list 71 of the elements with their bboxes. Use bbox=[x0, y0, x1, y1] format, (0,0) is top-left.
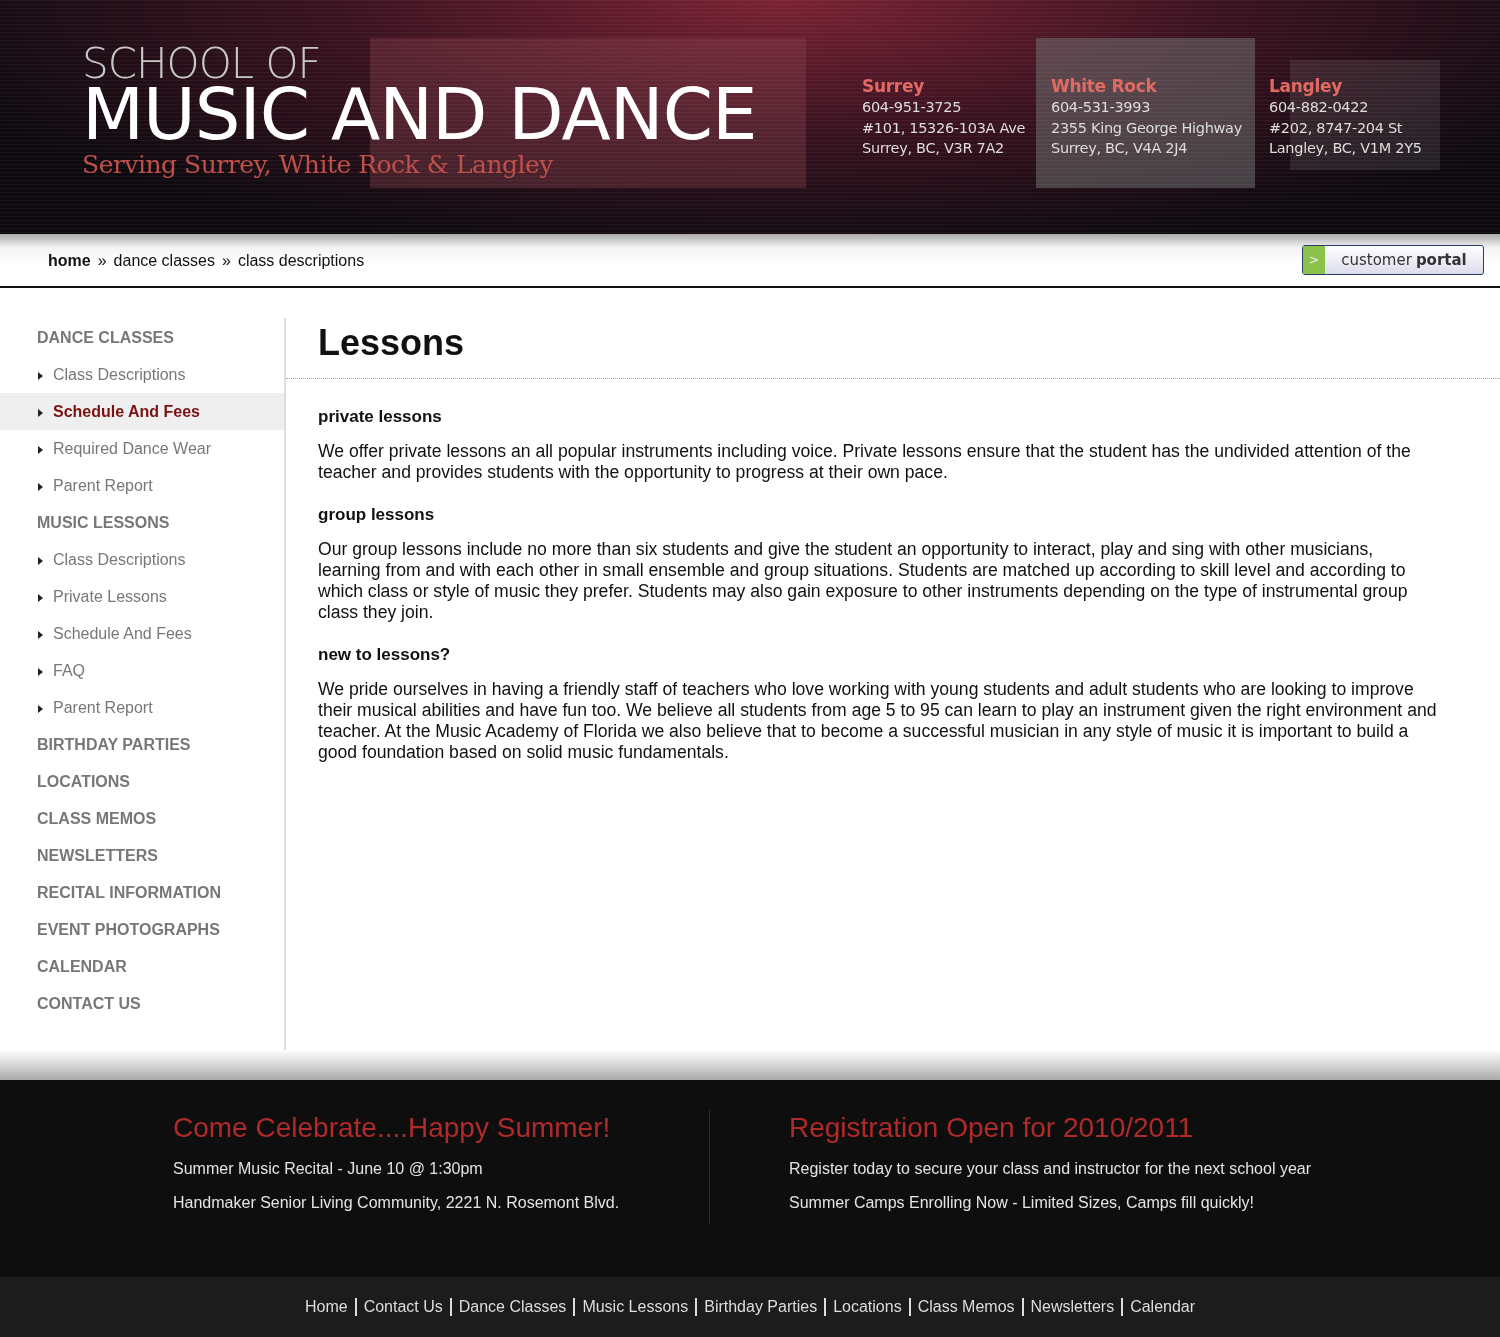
triangle-icon bbox=[38, 446, 43, 454]
breadcrumb-link[interactable]: dance classes bbox=[113, 252, 215, 270]
footer-link[interactable]: Home bbox=[297, 1298, 357, 1316]
sidebar-item[interactable]: Private Lessons bbox=[0, 578, 284, 615]
footer-link[interactable]: Locations bbox=[826, 1298, 911, 1316]
location-phone: 604-882-0422 bbox=[1269, 98, 1370, 117]
location-name: Langley bbox=[1269, 76, 1343, 97]
location-address: #202, 8747-204 St bbox=[1269, 118, 1404, 138]
triangle-icon bbox=[38, 668, 43, 676]
promo-text: Handmaker Senior Living Community, 2221 N. Rosemont Blvd. bbox=[173, 1193, 621, 1213]
footer-link[interactable]: Birthday Parties bbox=[697, 1298, 827, 1316]
location-name: Surrey bbox=[862, 76, 925, 97]
paragraph: Our group lessons include no more than six students and give the student an opportunity to interact, play and sing with other musicians, learning from and with each other in small ensemble and group situations. Students are matched up according to skill level and according to which class or style of music they prefer. Students may also gain exposure to other instruments depending on the type of instrumental group class they join. bbox=[318, 539, 1409, 623]
footer-link[interactable]: Contact Us bbox=[356, 1298, 452, 1316]
promo-title: Come Celebrate....Happy Summer! bbox=[173, 1111, 612, 1145]
promo-text: Register today to secure your class and instructor for the next school year bbox=[789, 1159, 1313, 1179]
paragraph: We offer private lessons an all popular instruments including voice. Private lessons ensure that the student has the undivided attention of the teacher and provides students with the opportunity to progress at their own pace. bbox=[318, 441, 1412, 483]
location-city: Surrey, BC, V3R 7A2 bbox=[862, 139, 1005, 158]
sidebar-item[interactable]: Class Descriptions bbox=[0, 541, 284, 578]
promo-title: Registration Open for 2010/2011 bbox=[789, 1111, 1195, 1145]
triangle-icon bbox=[38, 631, 43, 639]
logo-text: MUSIC AND DANCE bbox=[82, 84, 758, 144]
location-address: 2355 King George Highway bbox=[1051, 118, 1243, 138]
sidebar-heading[interactable]: CALENDAR bbox=[0, 948, 284, 985]
triangle-icon bbox=[38, 705, 43, 713]
footer-link[interactable]: Class Memos bbox=[910, 1298, 1024, 1316]
sidebar-heading[interactable]: MUSIC LESSONS bbox=[0, 504, 284, 541]
logo-text: SCHOOL OF bbox=[82, 44, 322, 84]
section-heading: group lessons bbox=[318, 505, 436, 525]
location-city: Langley, BC, V1M 2Y5 bbox=[1269, 139, 1422, 158]
page-title: Lessons bbox=[286, 318, 1500, 379]
breadcrumb-separator: » bbox=[97, 252, 107, 270]
footer-link[interactable]: Calendar bbox=[1123, 1298, 1203, 1316]
breadcrumb-separator: » bbox=[221, 252, 231, 270]
triangle-icon bbox=[38, 557, 43, 565]
triangle-icon bbox=[38, 594, 43, 602]
triangle-icon bbox=[38, 483, 43, 491]
sidebar-item[interactable]: Parent Report bbox=[0, 689, 284, 726]
footer-link[interactable]: Music Lessons bbox=[575, 1298, 698, 1316]
promo-text: Summer Music Recital - June 10 @ 1:30pm bbox=[173, 1159, 484, 1179]
sidebar-item[interactable]: Parent Report bbox=[0, 467, 284, 504]
triangle-icon bbox=[38, 372, 43, 380]
triangle-icon bbox=[38, 409, 43, 417]
sidebar-heading[interactable]: LOCATIONS bbox=[0, 763, 284, 800]
promo-text: Summer Camps Enrolling Now - Limited Sizes, Camps fill quickly! bbox=[789, 1193, 1256, 1213]
location-city: Surrey, BC, V4A 2J4 bbox=[1051, 139, 1189, 158]
sidebar-item[interactable]: Schedule And Fees bbox=[0, 615, 284, 652]
breadcrumb-link[interactable]: class descriptions bbox=[237, 252, 365, 270]
sidebar-item[interactable]: FAQ bbox=[0, 652, 284, 689]
sidebar-item[interactable]: Schedule And Fees bbox=[0, 393, 284, 430]
footer-link[interactable]: Newsletters bbox=[1023, 1298, 1124, 1316]
customer-portal-button[interactable]: > customer portal bbox=[1302, 245, 1484, 275]
section-heading: private lessons bbox=[318, 407, 443, 427]
sidebar-heading[interactable]: BIRTHDAY PARTIES bbox=[0, 726, 284, 763]
breadcrumb-link[interactable]: home bbox=[48, 252, 91, 270]
sidebar-item[interactable]: Class Descriptions bbox=[0, 356, 284, 393]
sidebar-heading[interactable]: NEWSLETTERS bbox=[0, 837, 284, 874]
sidebar-heading[interactable]: DANCE CLASSES bbox=[0, 319, 284, 356]
sidebar-heading[interactable]: CONTACT US bbox=[0, 985, 284, 1022]
section-heading: new to lessons? bbox=[318, 645, 452, 665]
location-address: #101, 15326-103A Ave bbox=[862, 118, 1027, 138]
footer-link[interactable]: Dance Classes bbox=[451, 1298, 576, 1316]
sidebar-item[interactable]: Required Dance Wear bbox=[0, 430, 284, 467]
sidebar-heading[interactable]: EVENT PHOTOGRAPHS bbox=[0, 911, 284, 948]
tagline: Serving Surrey, White Rock & Langley bbox=[82, 150, 555, 179]
paragraph: We pride ourselves in having a friendly staff of teachers who love working with young students and adult students who are looking to improve their musical abilities and have fun too. We believe all students from age 5 to 95 can learn to play an instrument given the right environment and teacher. At the Music Academy of Florida we also believe that to become a successful musician in any style of music it is important to build a good foundation based on solid music fundamentals. bbox=[318, 679, 1438, 763]
sidebar-heading[interactable]: CLASS MEMOS bbox=[0, 800, 284, 837]
location-phone: 604-951-3725 bbox=[862, 98, 963, 117]
location-phone: 604-531-3993 bbox=[1051, 98, 1152, 117]
sidebar-heading[interactable]: RECITAL INFORMATION bbox=[0, 874, 284, 911]
location-name: White Rock bbox=[1051, 76, 1158, 97]
